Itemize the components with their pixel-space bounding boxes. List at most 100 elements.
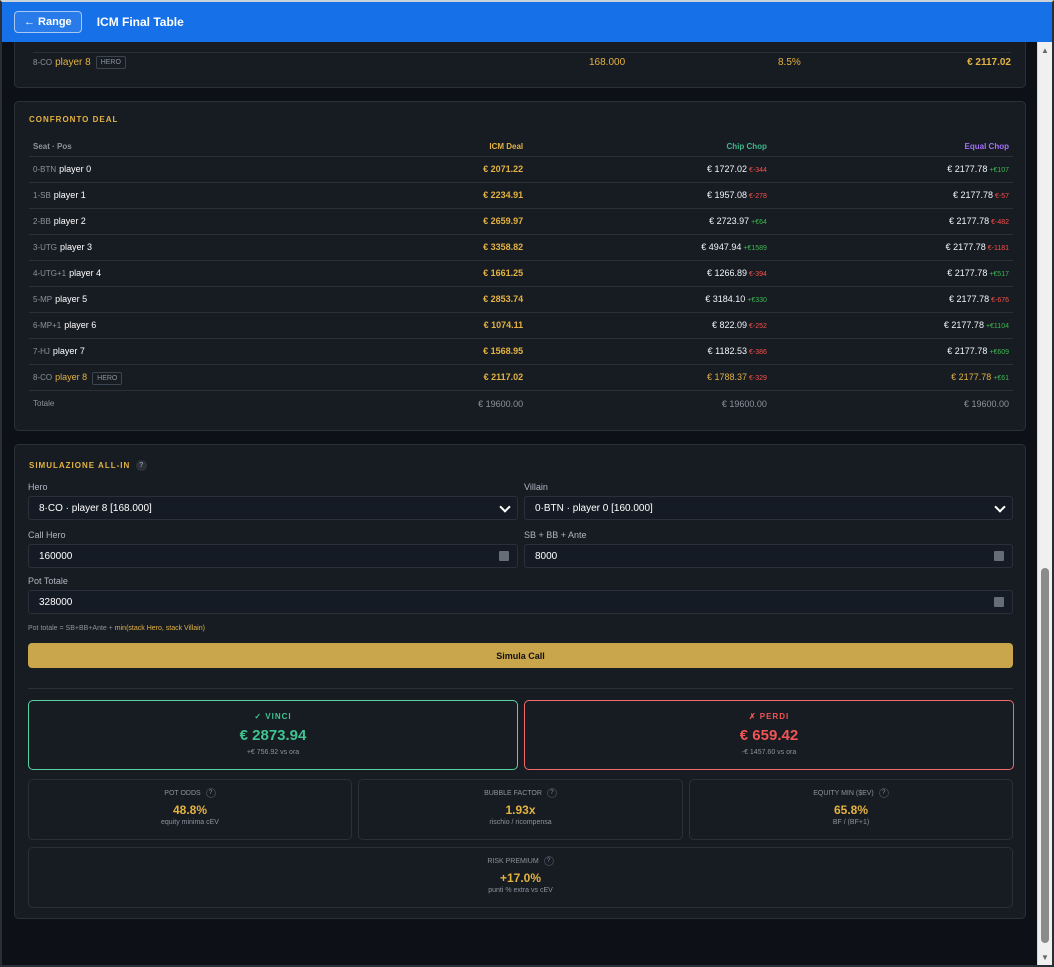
hero-summary-row: 8-CO player 8 HERO 168.000 8.5% € 2117.0… [33,52,1011,72]
chip-chop-value: € 2723.97 [709,216,750,226]
pot-odds-value: 48.8% [172,803,208,817]
icm-deal-value: € 1074.11 [351,312,528,339]
stepper-icon[interactable] [499,551,509,561]
blinds-ante-input[interactable]: 8000 [524,544,1013,568]
equal-chop-value: € 2177.78 [947,164,988,174]
chip-count: 168.000 [589,57,626,68]
equal-chop-value: € 2177.78 [945,242,986,252]
total-equal-chop: € 19600.00 [963,398,1009,409]
player-name: player 8 [55,372,88,382]
table-row: 4-UTG+1 player 4 € 1661.25 € 1266.89 €-394 € … [29,260,1013,287]
page-title: ICM Final Table [96,15,184,29]
table-row: 3-UTG player 3 € 3358.82 € 4947.94 +€1589 € 2… [29,234,1013,261]
icm-deal-value: € 1661.25 [351,260,528,287]
equal-chop-value: € 2177.78 [949,216,990,226]
scroll-up-icon[interactable]: ▲ [1041,47,1049,55]
lose-note: -€ 1457.60 vs ora [741,749,797,756]
player-name: player 5 [55,294,88,304]
chip-chop-delta: €-386 [749,349,767,356]
simulate-call-button[interactable]: Simula Call [28,643,1013,668]
villain-label: Villain [524,482,548,492]
total-row: Totale € 19600.00 € 19600.00 € 19600.00 [29,390,1013,417]
app-window: ← Range ICM Final Table 8-CO player 8 HE… [0,0,1054,967]
equal-chop-cell: € 2177.78 €-1181 [770,234,1013,261]
table-row: 5-MP player 5 € 2853.74 € 3184.10 +€330 € 217… [29,286,1013,313]
icm-deal-value: € 2853.74 [351,286,528,313]
player-name: player 3 [60,242,93,252]
deal-comparison-card: CONFRONTO DEAL Seat · Pos ICM Deal Chip … [14,101,1026,431]
column-seat-pos: Seat · Pos [29,137,352,157]
bubble-factor-note: rischio / ricompensa [489,819,552,826]
chip-chop-value: € 1266.89 [706,268,747,278]
pot-total-input[interactable]: 328000 [28,590,1013,614]
chip-chop-delta: €-252 [749,323,767,330]
equal-chop-delta: +€107 [989,167,1009,174]
chip-chop-delta: €-344 [749,167,767,174]
chip-chop-cell: € 2723.97 +€64 [527,208,771,235]
equal-chop-value: € 2177.78 [943,320,984,330]
equal-chop-value: € 2177.78 [952,190,993,200]
bubble-factor-value: 1.93x [505,803,536,817]
equal-chop-value: € 2177.78 [949,294,990,304]
equal-chop-value: € 2177.78 [947,268,988,278]
player-name: player 2 [53,216,86,226]
blinds-ante-value: 8000 [535,550,558,562]
scrollbar-thumb[interactable] [1041,568,1049,943]
player-name: player 1 [53,190,86,200]
seat-position: 6-MP+1 [33,321,62,330]
back-to-range-button[interactable]: ← Range [14,11,82,33]
question-icon[interactable]: ? [878,788,889,798]
chip-chop-delta: €-278 [749,193,767,200]
player-name: player 4 [69,268,102,278]
seat-position: 0-BTN [33,165,57,174]
all-in-simulation-card: SIMULAZIONE ALL-IN ? Hero 8·CO · player … [14,444,1026,919]
pot-total-value: 328000 [39,596,73,608]
pot-formula: Pot totale = SB+BB+Ante + min(stack Hero… [28,625,205,632]
stepper-icon[interactable] [994,597,1004,607]
chip-chop-cell: € 1788.37 €-329 [527,364,771,391]
pot-total-label: Pot Totale [28,576,68,586]
chevron-down-icon [499,501,511,513]
risk-premium-card: RISK PREMIUM? +17.0% punti % extra vs cE… [28,847,1013,908]
chip-chop-value: € 1182.53 [707,346,747,356]
equal-chop-cell: € 2177.78 +€107 [770,156,1013,183]
question-icon[interactable]: ? [136,460,148,471]
question-icon[interactable]: ? [543,856,554,866]
risk-premium-value: +17.0% [499,871,542,885]
villain-select[interactable]: 0·BTN · player 0 [160.000] [524,496,1013,520]
seat-position: 3-UTG [33,243,57,252]
seat-player-cell: 0-BTN player 0 [29,156,352,183]
pot-odds-note: equity minima cEV [161,819,219,826]
lose-result-card: ✗ PERDI € 659.42 -€ 1457.60 vs ora [524,700,1014,770]
vertical-scrollbar[interactable]: ▲ ▼ [1037,42,1052,965]
question-icon[interactable]: ? [205,788,216,798]
equal-chop-delta: €-57 [994,193,1009,200]
chip-chop-cell: € 1266.89 €-394 [527,260,771,287]
column-icm-deal: ICM Deal [351,137,528,157]
equal-chop-cell: € 2177.78 +€1104 [770,312,1013,339]
chip-chop-value: € 1788.37 [706,372,747,382]
scroll-down-icon[interactable]: ▼ [1041,954,1049,962]
player-name: player 0 [59,164,92,174]
column-equal-chop: Equal Chop [770,137,1013,157]
call-hero-input[interactable]: 160000 [28,544,518,568]
metric-title: POT ODDS [164,789,201,797]
seat-player-cell: 3-UTG player 3 [29,234,352,261]
table-row: 6-MP+1 player 6 € 1074.11 € 822.09 €-252 € 21… [29,312,1013,339]
deal-table-header: Seat · Pos ICM Deal Chip Chop Equal Chop [29,137,1013,157]
chip-chop-value: € 4947.94 [701,242,742,252]
question-icon[interactable]: ? [546,788,557,798]
chip-chop-delta: +€1589 [743,245,767,252]
table-row: 2-BB player 2 € 2659.97 € 2723.97 +€64 € 2177… [29,208,1013,235]
seat-position: 5-MP [33,295,53,304]
equal-chop-delta: €-482 [991,219,1009,226]
column-chip-chop: Chip Chop [527,137,771,157]
hero-select[interactable]: 8·CO · player 8 [168.000] [28,496,518,520]
table-row: 7-HJ player 7 € 1568.95 € 1182.53 €-386 € 217… [29,338,1013,365]
equal-chop-delta: +€61 [993,375,1009,382]
player-name: player 6 [64,320,97,330]
stepper-icon[interactable] [994,551,1004,561]
metric-title: EQUITY MIN ($EV) [813,789,874,797]
win-label: ✓ VINCI [254,712,292,721]
call-hero-value: 160000 [39,550,73,562]
